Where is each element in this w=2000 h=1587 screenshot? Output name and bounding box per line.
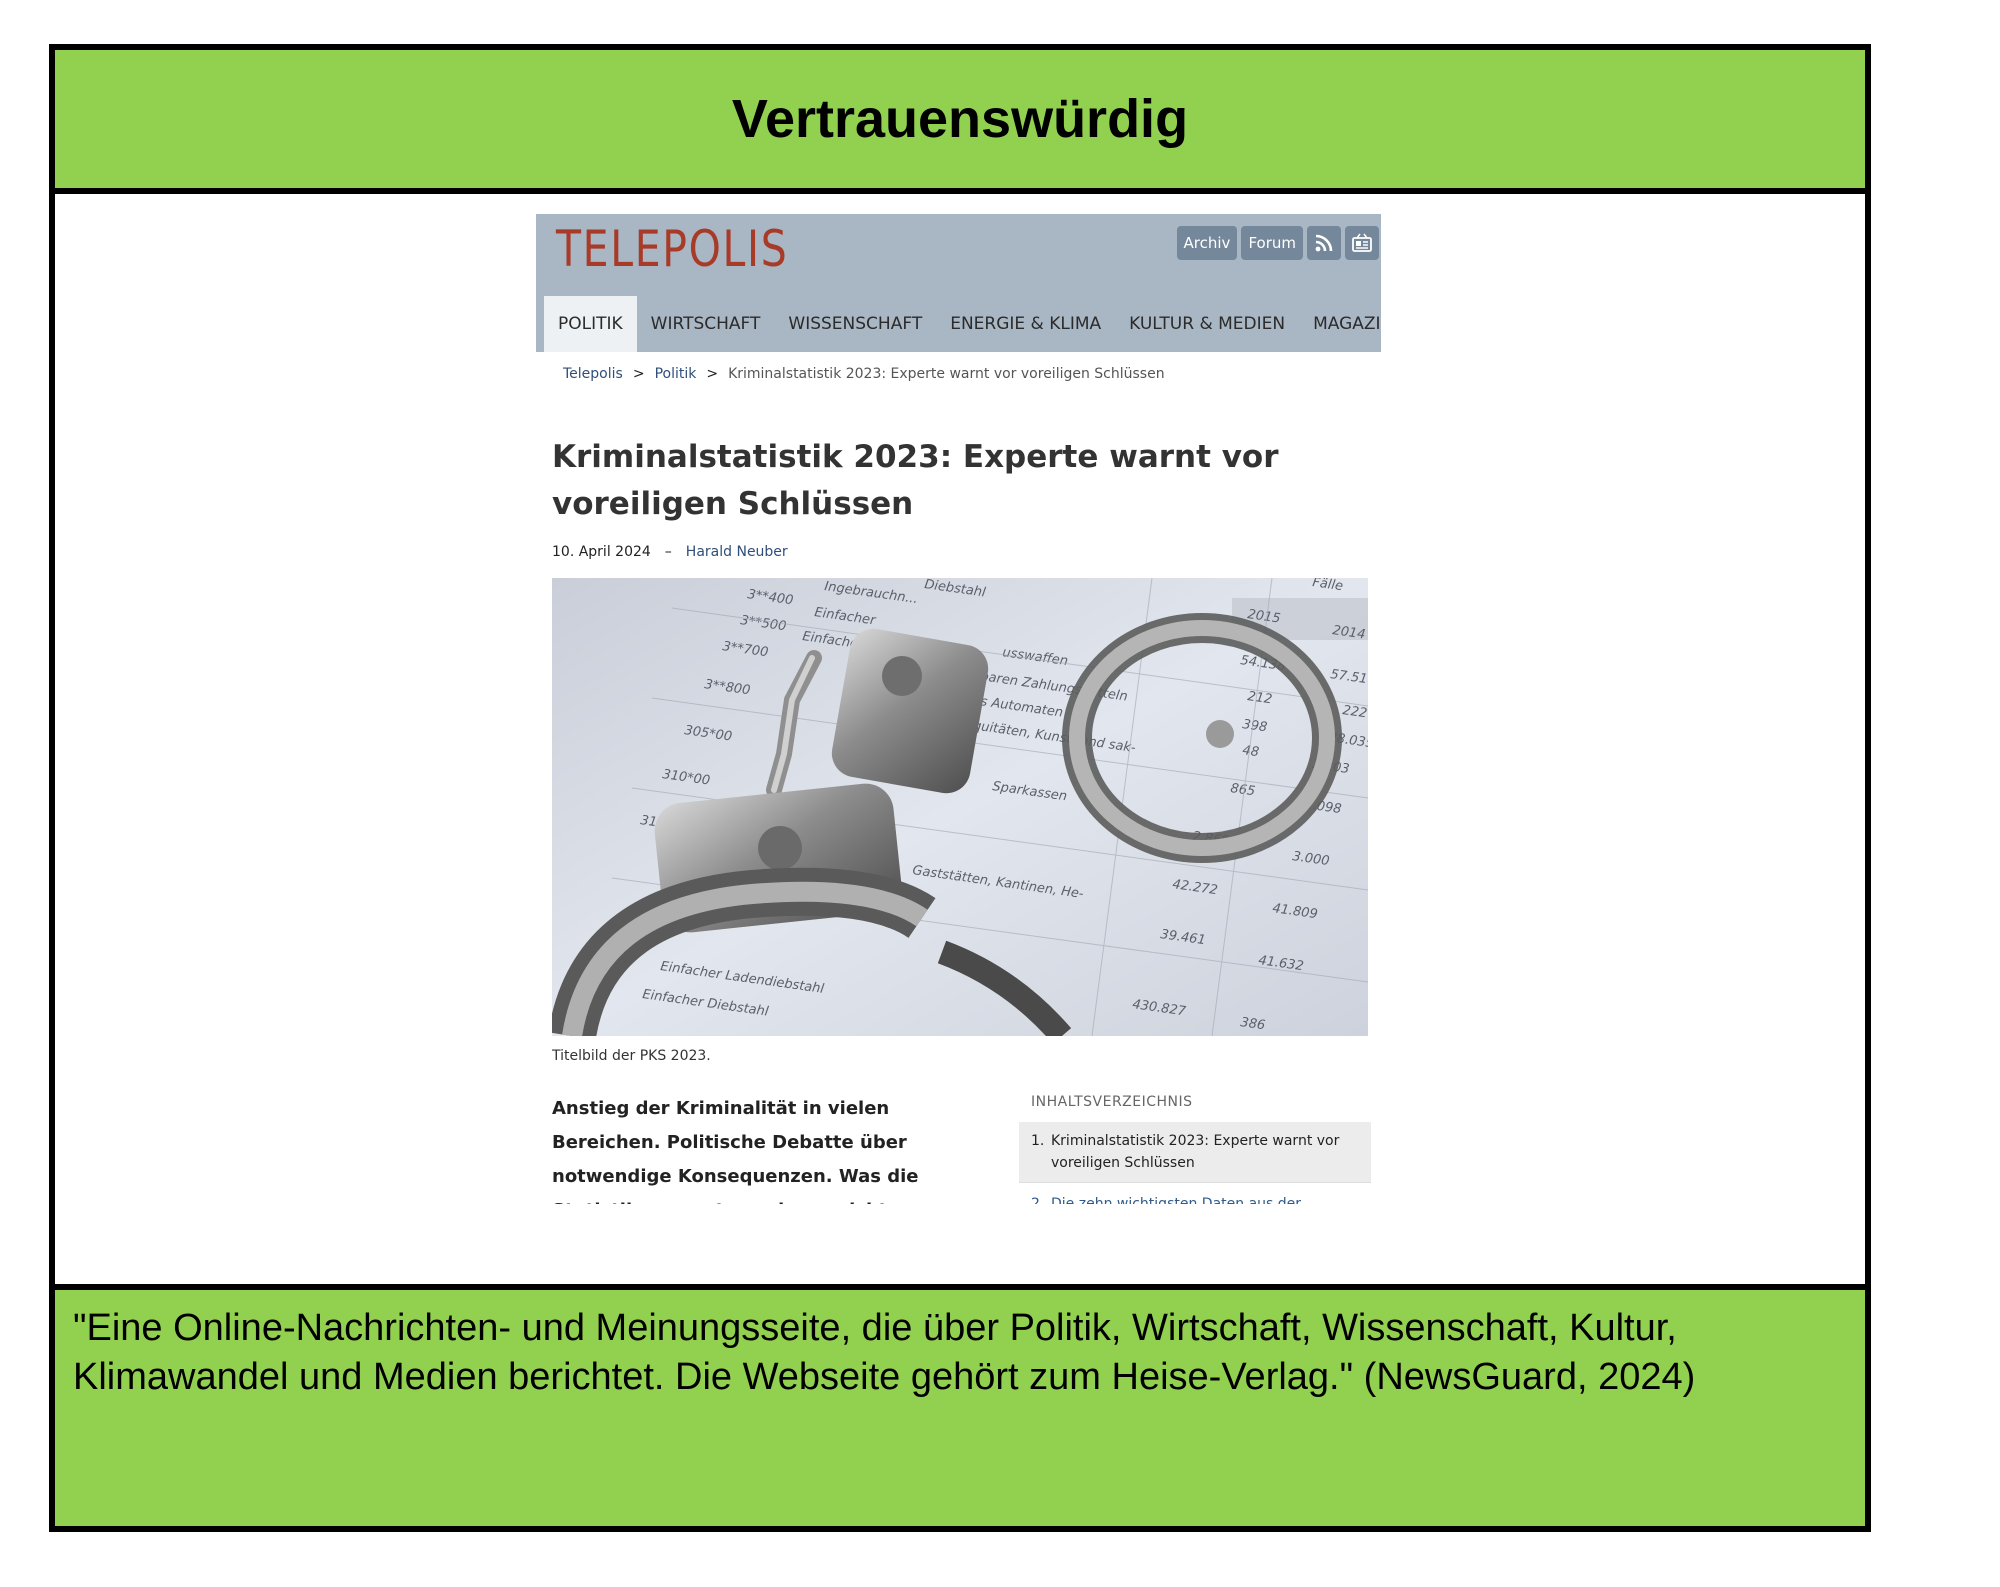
breadcrumb-separator: > bbox=[632, 366, 645, 382]
nav-wirtschaft[interactable]: WIRTSCHAFT bbox=[637, 296, 775, 352]
image-caption: Titelbild der PKS 2023. bbox=[552, 1048, 711, 1064]
newsguard-quote: "Eine Online-Nachrichten- und Meinungsse… bbox=[73, 1307, 1696, 1398]
newsletter-icon[interactable] bbox=[1345, 226, 1379, 260]
breadcrumb: Telepolis > Politik > Kriminalstatistik 2023… bbox=[563, 366, 1165, 382]
article-author[interactable]: Harald Neuber bbox=[686, 544, 788, 560]
main-navigation: POLITIK WIRTSCHAFT WISSENSCHAFT ENERGIE … bbox=[544, 296, 1381, 352]
breadcrumb-separator: > bbox=[706, 366, 719, 382]
screenshot-cutoff bbox=[536, 1204, 1381, 1230]
breadcrumb-section[interactable]: Politik bbox=[655, 366, 697, 382]
archiv-button[interactable]: Archiv bbox=[1176, 226, 1238, 260]
image-text: 48 bbox=[1241, 743, 1259, 760]
forum-button[interactable]: Forum bbox=[1241, 226, 1303, 260]
nav-magazin[interactable]: MAGAZIN bbox=[1299, 296, 1381, 352]
nav-energie-klima[interactable]: ENERGIE & KLIMA bbox=[936, 296, 1115, 352]
breadcrumb-home[interactable]: Telepolis bbox=[563, 366, 623, 382]
toc-number: 1. bbox=[1031, 1133, 1045, 1149]
article-date: 10. April 2024 bbox=[552, 544, 651, 560]
breadcrumb-current: Kriminalstatistik 2023: Experte warnt vo… bbox=[728, 366, 1165, 382]
toc-item-current[interactable]: 1. Kriminalstatistik 2023: Experte warnt… bbox=[1019, 1122, 1371, 1183]
header-banner: Vertrauenswürdig bbox=[55, 50, 1865, 194]
nav-kultur-medien[interactable]: KULTUR & MEDIEN bbox=[1115, 296, 1299, 352]
hero-image: Fälle 2015 2014 3**400 3**500 3**700 3**… bbox=[552, 578, 1368, 1036]
article-meta: 10. April 2024– Harald Neuber bbox=[552, 544, 788, 560]
header-buttons: Archiv Forum bbox=[1176, 226, 1379, 260]
meta-dash: – bbox=[664, 544, 672, 560]
nav-wissenschaft[interactable]: WISSENSCHAFT bbox=[774, 296, 936, 352]
handcuffs-on-statistics-image: Fälle 2015 2014 3**400 3**500 3**700 3**… bbox=[552, 578, 1368, 1036]
site-header: TELEPOLIS Archiv Forum POLITIK WIRTSCHAF… bbox=[536, 214, 1381, 352]
footer-banner: "Eine Online-Nachrichten- und Meinungsse… bbox=[55, 1284, 1865, 1526]
trust-rating-title: Vertrauenswürdig bbox=[731, 89, 1189, 149]
telepolis-logo[interactable]: TELEPOLIS bbox=[556, 220, 788, 278]
toc-item-text: Kriminalstatistik 2023: Experte warnt vo… bbox=[1051, 1133, 1340, 1171]
rss-icon[interactable] bbox=[1307, 226, 1341, 260]
toc-heading: INHALTSVERZEICHNIS bbox=[1031, 1094, 1193, 1110]
website-screenshot: TELEPOLIS Archiv Forum POLITIK WIRTSCHAF… bbox=[536, 214, 1381, 1230]
article-title: Kriminalstatistik 2023: Experte warnt vo… bbox=[552, 439, 1279, 522]
nav-politik[interactable]: POLITIK bbox=[544, 296, 637, 352]
